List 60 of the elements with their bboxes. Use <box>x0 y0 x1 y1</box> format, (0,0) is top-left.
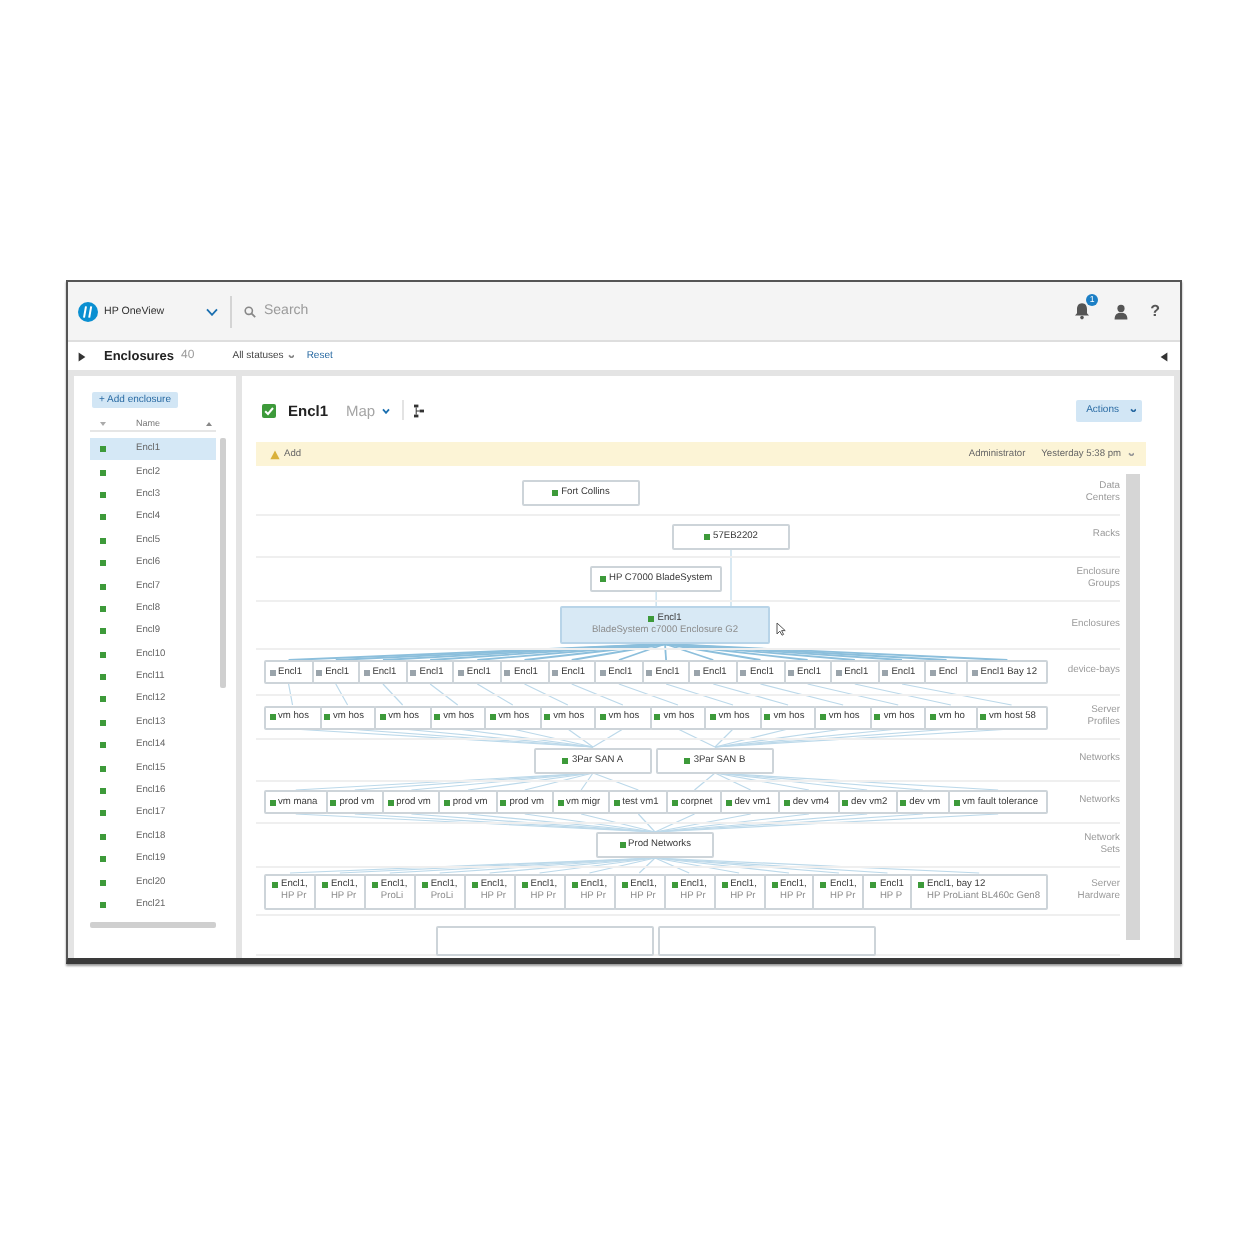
map-node[interactable] <box>658 926 876 956</box>
status-square-icon <box>100 742 106 749</box>
caret-down-icon[interactable] <box>100 421 106 425</box>
search-icon <box>244 305 256 317</box>
status-square-icon <box>100 514 106 521</box>
sort-arrow-icon[interactable] <box>206 421 212 425</box>
mouse-pointer-icon <box>776 622 786 636</box>
chevron-down-icon <box>1127 451 1134 457</box>
caret-right-icon[interactable] <box>78 351 86 361</box>
status-square-icon <box>100 719 106 726</box>
status-square-icon <box>100 537 106 544</box>
connector-line <box>655 591 657 607</box>
caret-left-icon[interactable] <box>1160 351 1168 361</box>
warning-icon <box>270 449 280 459</box>
connector-line <box>854 683 952 706</box>
chevron-down-icon[interactable] <box>206 307 218 315</box>
status-square-icon <box>100 446 106 453</box>
connector-line <box>901 683 1013 706</box>
scrollbar-thumb[interactable] <box>1126 474 1140 940</box>
logo-icon <box>78 301 98 321</box>
connector-line <box>759 683 844 706</box>
status-square-icon <box>100 696 106 703</box>
connector-line <box>523 683 569 706</box>
connector-line <box>665 683 734 706</box>
status-square-icon <box>100 628 106 635</box>
help-button[interactable]: ? <box>1150 301 1160 321</box>
status-square-icon <box>100 491 106 498</box>
status-square-icon <box>100 583 106 590</box>
status-square-icon <box>100 560 106 567</box>
connector-line <box>476 683 514 706</box>
connector-line <box>382 683 404 706</box>
chevron-down-icon <box>381 407 390 413</box>
hierarchy-icon[interactable] <box>413 403 424 417</box>
connector-line <box>618 683 679 706</box>
status-square-icon <box>100 674 106 681</box>
status-square-icon <box>100 605 106 612</box>
status-square-icon <box>100 902 106 908</box>
check-square-icon <box>262 403 276 417</box>
status-square-icon <box>100 651 106 658</box>
connector-line <box>712 683 789 706</box>
connector-line <box>335 683 349 706</box>
user-icon[interactable] <box>1114 303 1129 319</box>
connector-line <box>807 683 899 706</box>
connector-line <box>429 683 459 706</box>
scrollbar-thumb[interactable] <box>220 438 226 688</box>
status-square-icon <box>100 788 106 795</box>
scrollbar-thumb[interactable] <box>90 922 216 929</box>
status-square-icon <box>100 833 106 840</box>
chevron-down-icon <box>1129 407 1136 413</box>
connector-line <box>730 548 732 607</box>
bell-icon[interactable] <box>1074 302 1091 320</box>
status-square-icon <box>100 879 106 886</box>
status-square-icon <box>100 469 106 476</box>
status-square-icon <box>100 765 106 772</box>
map-node[interactable] <box>436 926 654 956</box>
connector-line <box>288 683 294 706</box>
status-square-icon <box>100 856 106 863</box>
chevron-down-icon <box>287 353 295 359</box>
connector-line <box>571 683 624 706</box>
status-square-icon <box>100 810 106 817</box>
